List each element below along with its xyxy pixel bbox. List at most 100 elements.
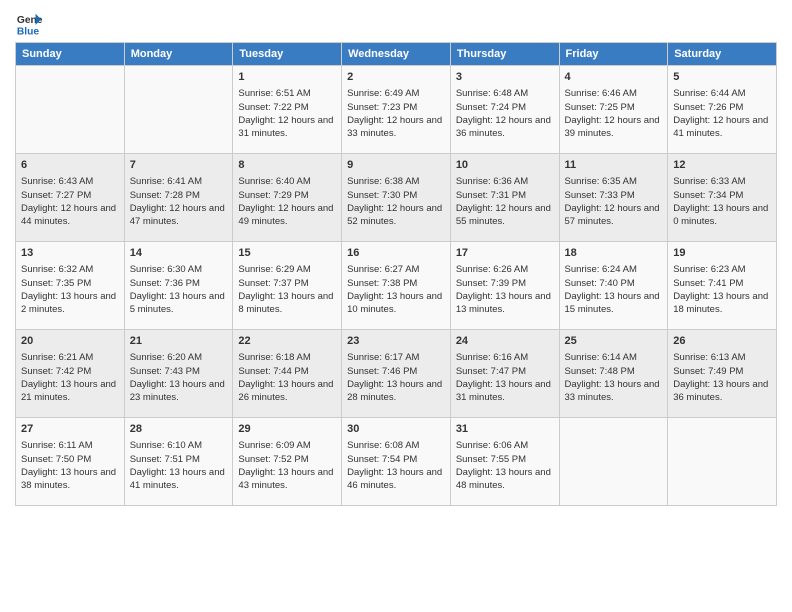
calendar-week-row: 1 Sunrise: 6:51 AM Sunset: 7:22 PM Daylig… [16,66,777,154]
calendar-cell: 13 Sunrise: 6:32 AM Sunset: 7:35 PM Dayli… [16,242,125,330]
calendar-cell: 20 Sunrise: 6:21 AM Sunset: 7:42 PM Dayli… [16,330,125,418]
calendar-cell [16,66,125,154]
day-number: 27 [21,422,119,437]
calendar-cell: 23 Sunrise: 6:17 AM Sunset: 7:46 PM Dayli… [342,330,451,418]
calendar-cell: 6Sunrise: 6:43 AM Sunset: 7:27 PM Daylig… [16,154,125,242]
day-info: Sunrise: 6:23 AM Sunset: 7:41 PM Dayligh… [673,263,771,316]
calendar-week-row: 20 Sunrise: 6:21 AM Sunset: 7:42 PM Dayli… [16,330,777,418]
day-number: 21 [130,334,228,349]
day-info: Sunrise: 6:29 AM Sunset: 7:37 PM Dayligh… [238,263,336,316]
weekday-header: Saturday [668,43,777,66]
day-info: Sunrise: 6:09 AM Sunset: 7:52 PM Dayligh… [238,439,336,492]
calendar-cell: 16Sunrise: 6:27 AM Sunset: 7:38 PM Dayli… [342,242,451,330]
calendar-cell: 26 Sunrise: 6:13 AM Sunset: 7:49 PM Dayli… [668,330,777,418]
calendar-week-row: 27 Sunrise: 6:11 AM Sunset: 7:50 PM Dayli… [16,418,777,506]
day-number: 11 [565,158,663,173]
day-number: 14 [130,246,228,261]
day-number: 10 [456,158,554,173]
day-info: Sunrise: 6:48 AM Sunset: 7:24 PM Dayligh… [456,87,554,140]
day-number: 8 [238,158,336,173]
calendar-cell: 17 Sunrise: 6:26 AM Sunset: 7:39 PM Dayli… [450,242,559,330]
calendar-cell: 19 Sunrise: 6:23 AM Sunset: 7:41 PM Dayli… [668,242,777,330]
day-number: 31 [456,422,554,437]
day-info: Sunrise: 6:14 AM Sunset: 7:48 PM Dayligh… [565,351,663,404]
calendar-cell: 11 Sunrise: 6:35 AM Sunset: 7:33 PM Dayli… [559,154,668,242]
calendar-cell: 24 Sunrise: 6:16 AM Sunset: 7:47 PM Dayli… [450,330,559,418]
day-number: 2 [347,70,445,85]
weekday-header: Sunday [16,43,125,66]
day-number: 25 [565,334,663,349]
calendar-body: 1 Sunrise: 6:51 AM Sunset: 7:22 PM Daylig… [16,66,777,506]
calendar-cell: 14 Sunrise: 6:30 AM Sunset: 7:36 PM Dayli… [124,242,233,330]
day-info: Sunrise: 6:06 AM Sunset: 7:55 PM Dayligh… [456,439,554,492]
day-number: 28 [130,422,228,437]
day-info: Sunrise: 6:30 AM Sunset: 7:36 PM Dayligh… [130,263,228,316]
weekday-header: Wednesday [342,43,451,66]
calendar-cell: 8 Sunrise: 6:40 AM Sunset: 7:29 PM Daylig… [233,154,342,242]
calendar-cell: 4 Sunrise: 6:46 AM Sunset: 7:25 PM Daylig… [559,66,668,154]
calendar-table: SundayMondayTuesdayWednesdayThursdayFrid… [15,42,777,506]
day-number: 6 [21,158,119,173]
calendar-week-row: 13 Sunrise: 6:32 AM Sunset: 7:35 PM Dayli… [16,242,777,330]
calendar-cell: 1 Sunrise: 6:51 AM Sunset: 7:22 PM Daylig… [233,66,342,154]
calendar-cell: 2Sunrise: 6:49 AM Sunset: 7:23 PM Daylig… [342,66,451,154]
day-number: 5 [673,70,771,85]
day-info: Sunrise: 6:08 AM Sunset: 7:54 PM Dayligh… [347,439,445,492]
weekday-header: Thursday [450,43,559,66]
logo: General Blue [15,10,43,38]
day-info: Sunrise: 6:16 AM Sunset: 7:47 PM Dayligh… [456,351,554,404]
calendar-cell: 18Sunrise: 6:24 AM Sunset: 7:40 PM Dayli… [559,242,668,330]
day-info: Sunrise: 6:21 AM Sunset: 7:42 PM Dayligh… [21,351,119,404]
day-info: Sunrise: 6:44 AM Sunset: 7:26 PM Dayligh… [673,87,771,140]
day-info: Sunrise: 6:38 AM Sunset: 7:30 PM Dayligh… [347,175,445,228]
logo-icon: General Blue [15,10,43,38]
day-info: Sunrise: 6:32 AM Sunset: 7:35 PM Dayligh… [21,263,119,316]
day-info: Sunrise: 6:27 AM Sunset: 7:38 PM Dayligh… [347,263,445,316]
calendar-cell: 21Sunrise: 6:20 AM Sunset: 7:43 PM Dayli… [124,330,233,418]
weekday-header: Tuesday [233,43,342,66]
calendar-cell: 12Sunrise: 6:33 AM Sunset: 7:34 PM Dayli… [668,154,777,242]
day-info: Sunrise: 6:18 AM Sunset: 7:44 PM Dayligh… [238,351,336,404]
day-info: Sunrise: 6:36 AM Sunset: 7:31 PM Dayligh… [456,175,554,228]
day-number: 3 [456,70,554,85]
calendar-cell [559,418,668,506]
day-number: 20 [21,334,119,349]
day-number: 17 [456,246,554,261]
calendar-cell: 31 Sunrise: 6:06 AM Sunset: 7:55 PM Dayli… [450,418,559,506]
weekday-header: Friday [559,43,668,66]
day-info: Sunrise: 6:10 AM Sunset: 7:51 PM Dayligh… [130,439,228,492]
day-info: Sunrise: 6:24 AM Sunset: 7:40 PM Dayligh… [565,263,663,316]
day-info: Sunrise: 6:26 AM Sunset: 7:39 PM Dayligh… [456,263,554,316]
calendar-cell: 5 Sunrise: 6:44 AM Sunset: 7:26 PM Daylig… [668,66,777,154]
calendar-header-row: SundayMondayTuesdayWednesdayThursdayFrid… [16,43,777,66]
day-info: Sunrise: 6:35 AM Sunset: 7:33 PM Dayligh… [565,175,663,228]
day-info: Sunrise: 6:41 AM Sunset: 7:28 PM Dayligh… [130,175,228,228]
day-info: Sunrise: 6:51 AM Sunset: 7:22 PM Dayligh… [238,87,336,140]
day-number: 1 [238,70,336,85]
day-number: 19 [673,246,771,261]
day-info: Sunrise: 6:17 AM Sunset: 7:46 PM Dayligh… [347,351,445,404]
day-info: Sunrise: 6:11 AM Sunset: 7:50 PM Dayligh… [21,439,119,492]
calendar-cell: 15 Sunrise: 6:29 AM Sunset: 7:37 PM Dayli… [233,242,342,330]
day-info: Sunrise: 6:33 AM Sunset: 7:34 PM Dayligh… [673,175,771,228]
day-info: Sunrise: 6:46 AM Sunset: 7:25 PM Dayligh… [565,87,663,140]
day-number: 15 [238,246,336,261]
day-number: 22 [238,334,336,349]
calendar-cell: 22 Sunrise: 6:18 AM Sunset: 7:44 PM Dayli… [233,330,342,418]
calendar-cell [668,418,777,506]
calendar-cell: 29Sunrise: 6:09 AM Sunset: 7:52 PM Dayli… [233,418,342,506]
day-number: 26 [673,334,771,349]
day-number: 4 [565,70,663,85]
day-number: 13 [21,246,119,261]
weekday-header: Monday [124,43,233,66]
day-number: 24 [456,334,554,349]
calendar-cell: 27 Sunrise: 6:11 AM Sunset: 7:50 PM Dayli… [16,418,125,506]
day-number: 23 [347,334,445,349]
calendar-cell [124,66,233,154]
calendar-cell: 3 Sunrise: 6:48 AM Sunset: 7:24 PM Daylig… [450,66,559,154]
day-number: 9 [347,158,445,173]
day-info: Sunrise: 6:40 AM Sunset: 7:29 PM Dayligh… [238,175,336,228]
calendar-cell: 28 Sunrise: 6:10 AM Sunset: 7:51 PM Dayli… [124,418,233,506]
day-info: Sunrise: 6:13 AM Sunset: 7:49 PM Dayligh… [673,351,771,404]
page-header: General Blue [15,10,777,38]
